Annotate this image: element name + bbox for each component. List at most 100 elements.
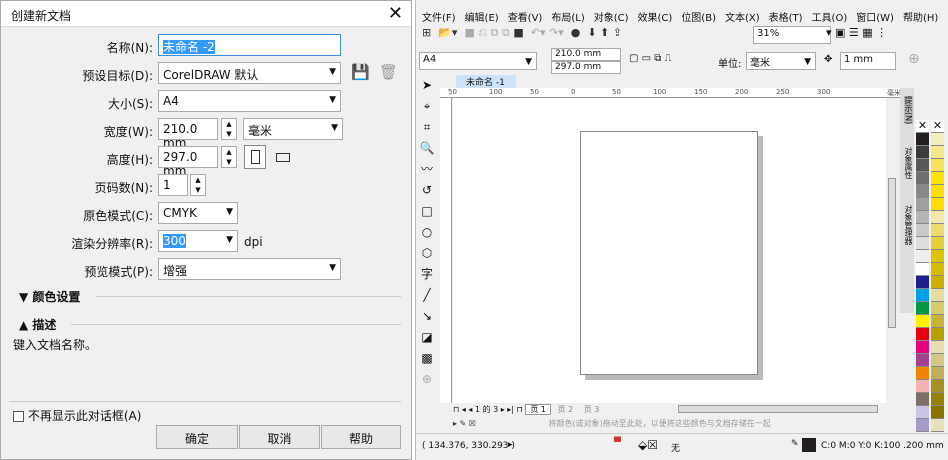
color-swatch[interactable] (931, 354, 944, 367)
color-swatch[interactable] (931, 419, 944, 432)
name-input[interactable]: 未命名 -2 (158, 34, 341, 56)
menu-item[interactable]: 位图(B) (681, 13, 716, 24)
add-icon[interactable]: ⊕ (908, 51, 920, 67)
color-swatch[interactable] (931, 146, 944, 159)
expand-icon[interactable]: ▸ (508, 440, 513, 450)
freehand-tool-icon[interactable]: 〰 (416, 159, 438, 180)
menu-item[interactable]: 窗口(W) (856, 13, 894, 24)
help-button[interactable]: 帮助 (321, 425, 401, 449)
canvas[interactable] (453, 98, 886, 403)
search-content-icon[interactable]: ● (571, 26, 581, 39)
description-toggle[interactable]: ▲ 描述 (19, 316, 56, 333)
color-swatch[interactable] (916, 133, 929, 146)
color-swatch[interactable] (916, 406, 929, 419)
color-swatch[interactable] (916, 289, 929, 302)
preset-select[interactable]: CorelDRAW 默认 (158, 62, 341, 84)
color-swatch[interactable] (916, 328, 929, 341)
color-swatch[interactable] (916, 315, 929, 328)
landscape-button[interactable] (276, 153, 290, 162)
color-swatch[interactable] (916, 250, 929, 263)
color-swatch[interactable] (931, 302, 944, 315)
color-swatch[interactable] (916, 367, 929, 380)
delete-preset-icon[interactable]: 🗑 (379, 63, 398, 81)
menu-item[interactable]: 效果(C) (638, 13, 673, 24)
height-input[interactable]: 297.0 mm (158, 146, 218, 178)
pages-spinner[interactable]: ▲ ▼ (190, 174, 206, 196)
color-swatch[interactable] (931, 172, 944, 185)
horizontal-scrollbar[interactable] (678, 405, 878, 413)
vertical-scrollbar[interactable] (886, 98, 898, 403)
color-swatch[interactable] (931, 315, 944, 328)
color-swatch[interactable] (916, 146, 929, 159)
shadow-tool-icon[interactable]: ◪ (416, 327, 438, 348)
artistic-tool-icon[interactable]: ↺ (416, 180, 438, 201)
color-swatch[interactable] (931, 263, 944, 276)
color-swatch[interactable] (931, 276, 944, 289)
color-swatch[interactable] (916, 276, 929, 289)
color-swatch[interactable] (931, 250, 944, 263)
color-swatch[interactable] (931, 185, 944, 198)
menu-item[interactable]: 表格(T) (769, 13, 803, 24)
cancel-button[interactable]: 取消 (239, 425, 320, 449)
outline-swatch[interactable] (802, 438, 816, 452)
page-size-select[interactable]: A4 (419, 52, 537, 70)
color-palette-default[interactable]: ✕ (916, 120, 929, 432)
crop-tool-icon[interactable]: ⌗ (416, 117, 438, 138)
pages-input[interactable]: 1 (158, 174, 188, 196)
zoom-tool-icon[interactable]: 🔍 (416, 138, 438, 159)
color-swatch[interactable] (916, 185, 929, 198)
page-tab-2[interactable]: 页 2 (554, 405, 578, 414)
color-swatch[interactable] (931, 289, 944, 302)
docker-tab-hints[interactable]: 提示(N) (904, 96, 913, 125)
color-swatch[interactable] (931, 159, 944, 172)
ok-button[interactable]: 确定 (156, 425, 238, 449)
color-swatch[interactable] (916, 263, 929, 276)
color-swatch[interactable] (931, 133, 944, 146)
eyedropper-icon[interactable]: ▸ ✎ ☒ (453, 419, 476, 428)
doc-tab[interactable]: 未命名 -1 (456, 75, 516, 88)
color-swatch[interactable] (931, 380, 944, 393)
menu-item[interactable]: 文本(X) (725, 13, 760, 24)
color-swatch[interactable] (931, 406, 944, 419)
color-swatch[interactable] (916, 341, 929, 354)
color-swatch[interactable] (916, 198, 929, 211)
rectangle-tool-icon[interactable]: □ (416, 201, 438, 222)
size-select[interactable]: A4 (158, 90, 341, 112)
color-swatch[interactable] (916, 393, 929, 406)
page-tab-3[interactable]: 页 3 (580, 405, 604, 414)
menu-item[interactable]: 对象(C) (594, 13, 629, 24)
menu-item[interactable]: 布局(L) (551, 13, 584, 24)
color-swatch[interactable] (931, 367, 944, 380)
color-swatch[interactable] (916, 302, 929, 315)
menu-item[interactable]: 帮助(H) (903, 13, 938, 24)
color-swatch[interactable] (931, 328, 944, 341)
nudge-input[interactable]: 1 mm (840, 52, 896, 70)
dont-show-checkbox[interactable]: 不再显示此对话框(A) (13, 407, 141, 424)
page-tab-1[interactable]: 页 1 (525, 404, 551, 415)
color-swatch[interactable] (916, 419, 929, 432)
paste-icon[interactable]: ■ (513, 26, 523, 39)
connector-tool-icon[interactable]: ↘ (416, 306, 438, 327)
color-swatch[interactable] (916, 380, 929, 393)
import-icon[interactable]: ⬇ ⬆ ⇪ (587, 26, 622, 39)
color-palette-yellow[interactable]: ✕ (931, 120, 944, 432)
fill-icon[interactable]: ⬙☒ (638, 438, 658, 452)
preview-select[interactable]: 增强 (158, 258, 341, 280)
color-swatch[interactable] (931, 341, 944, 354)
line-tool-icon[interactable]: ╱ (416, 285, 438, 306)
save-icon[interactable]: ■ ⎌ ⧉ ⧉ (464, 26, 509, 40)
width-spinner[interactable]: ▲ ▼ (221, 118, 237, 140)
zoom-fit-icon[interactable]: ▾ ▣ ☰ ▦ ⋮ (826, 26, 887, 39)
color-swatch[interactable] (931, 393, 944, 406)
width-input[interactable]: 210.0 mm (158, 118, 218, 150)
new-icon[interactable]: ⊞ (422, 26, 431, 39)
color-swatch[interactable] (916, 224, 929, 237)
ellipse-tool-icon[interactable]: ○ (416, 222, 438, 243)
page-height-input[interactable]: 297.0 mm (551, 61, 621, 74)
menu-item[interactable]: 编辑(E) (465, 13, 499, 24)
height-spinner[interactable]: ▲ ▼ (221, 146, 237, 168)
menu-item[interactable]: 工具(O) (812, 13, 848, 24)
shape-tool-icon[interactable]: ⌖ (416, 96, 438, 117)
docker-tab-objects[interactable]: 对象管理器 (904, 205, 913, 245)
color-swatch[interactable] (931, 211, 944, 224)
